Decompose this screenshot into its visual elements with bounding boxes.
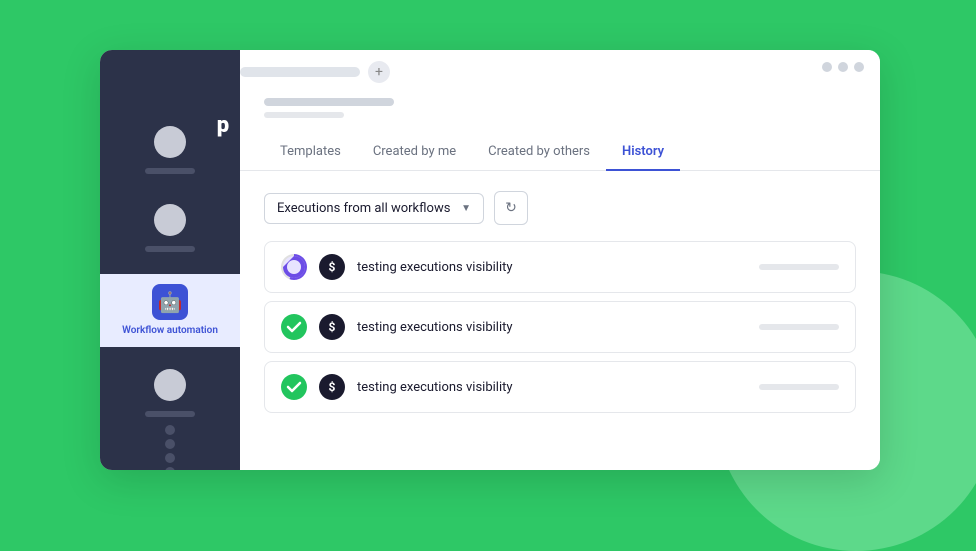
workflow-filter-dropdown[interactable]: Executions from all workflows ▼: [264, 193, 484, 224]
dropdown-label: Executions from all workflows: [277, 201, 450, 216]
execution-status-success-3: [281, 374, 307, 400]
execution-status-success-2: [281, 314, 307, 340]
nav-dot-4: [165, 467, 175, 470]
execution-meta-3: [759, 384, 839, 390]
window-tabbar: +: [240, 58, 820, 86]
sidebar-label-2: [145, 246, 195, 252]
tab-placeholder: [240, 67, 360, 77]
success-checkmark-svg-2: [286, 319, 302, 335]
execution-meta-2: [759, 324, 839, 330]
logo-text: p: [217, 113, 229, 138]
main-content: Templates Created by me Created by other…: [240, 50, 880, 470]
sidebar-avatar-3: [154, 369, 186, 401]
execution-meta-1: [759, 264, 839, 270]
chrome-dot-red: [822, 62, 832, 72]
nav-dot-2: [165, 439, 175, 449]
chrome-dot-green: [854, 62, 864, 72]
refresh-button[interactable]: ↻: [494, 191, 528, 225]
running-status-svg: [281, 254, 307, 280]
execution-status-running-1: [281, 254, 307, 280]
app-window: + p 🤖 Workflow automation: [100, 50, 880, 470]
tab-history[interactable]: History: [606, 134, 680, 171]
nav-dot-3: [165, 453, 175, 463]
tab-add-button[interactable]: +: [368, 61, 390, 83]
sidebar-item-workflow-automation[interactable]: 🤖 Workflow automation: [100, 274, 240, 347]
sidebar-avatar-1: [154, 126, 186, 158]
execution-item-3[interactable]: $ testing executions visibility: [264, 361, 856, 413]
success-checkmark-svg-3: [286, 379, 302, 395]
window-chrome: [822, 62, 864, 72]
trigger-icon-3: $: [319, 374, 345, 400]
tab-created-by-me[interactable]: Created by me: [357, 134, 472, 171]
execution-name-3: testing executions visibility: [357, 380, 747, 395]
dropdown-arrow-icon: ▼: [461, 203, 471, 214]
sidebar: p 🤖 Workflow automation: [100, 50, 240, 470]
trigger-icon-2: $: [319, 314, 345, 340]
sidebar-logo: p: [208, 110, 238, 140]
content-title-placeholder: [264, 98, 394, 106]
filter-row: Executions from all workflows ▼ ↻: [264, 191, 856, 225]
workflow-automation-icon: 🤖: [152, 284, 188, 320]
refresh-icon: ↻: [505, 200, 517, 216]
chrome-dot-yellow: [838, 62, 848, 72]
execution-name-1: testing executions visibility: [357, 260, 747, 275]
trigger-icon-1: $: [319, 254, 345, 280]
sidebar-label-1: [145, 168, 195, 174]
tab-created-by-others[interactable]: Created by others: [472, 134, 606, 171]
sidebar-avatar-2: [154, 204, 186, 236]
execution-name-2: testing executions visibility: [357, 320, 747, 335]
execution-list: $ testing executions visibility $ testin…: [264, 241, 856, 413]
workflow-automation-label: Workflow automation: [122, 324, 218, 337]
tabs-navigation: Templates Created by me Created by other…: [240, 134, 880, 171]
nav-dot-1: [165, 425, 175, 435]
tab-templates[interactable]: Templates: [264, 134, 357, 171]
execution-item-2[interactable]: $ testing executions visibility: [264, 301, 856, 353]
content-body: Executions from all workflows ▼ ↻: [240, 171, 880, 470]
content-subtitle-placeholder: [264, 112, 344, 118]
sidebar-label-3: [145, 411, 195, 417]
execution-item-1[interactable]: $ testing executions visibility: [264, 241, 856, 293]
